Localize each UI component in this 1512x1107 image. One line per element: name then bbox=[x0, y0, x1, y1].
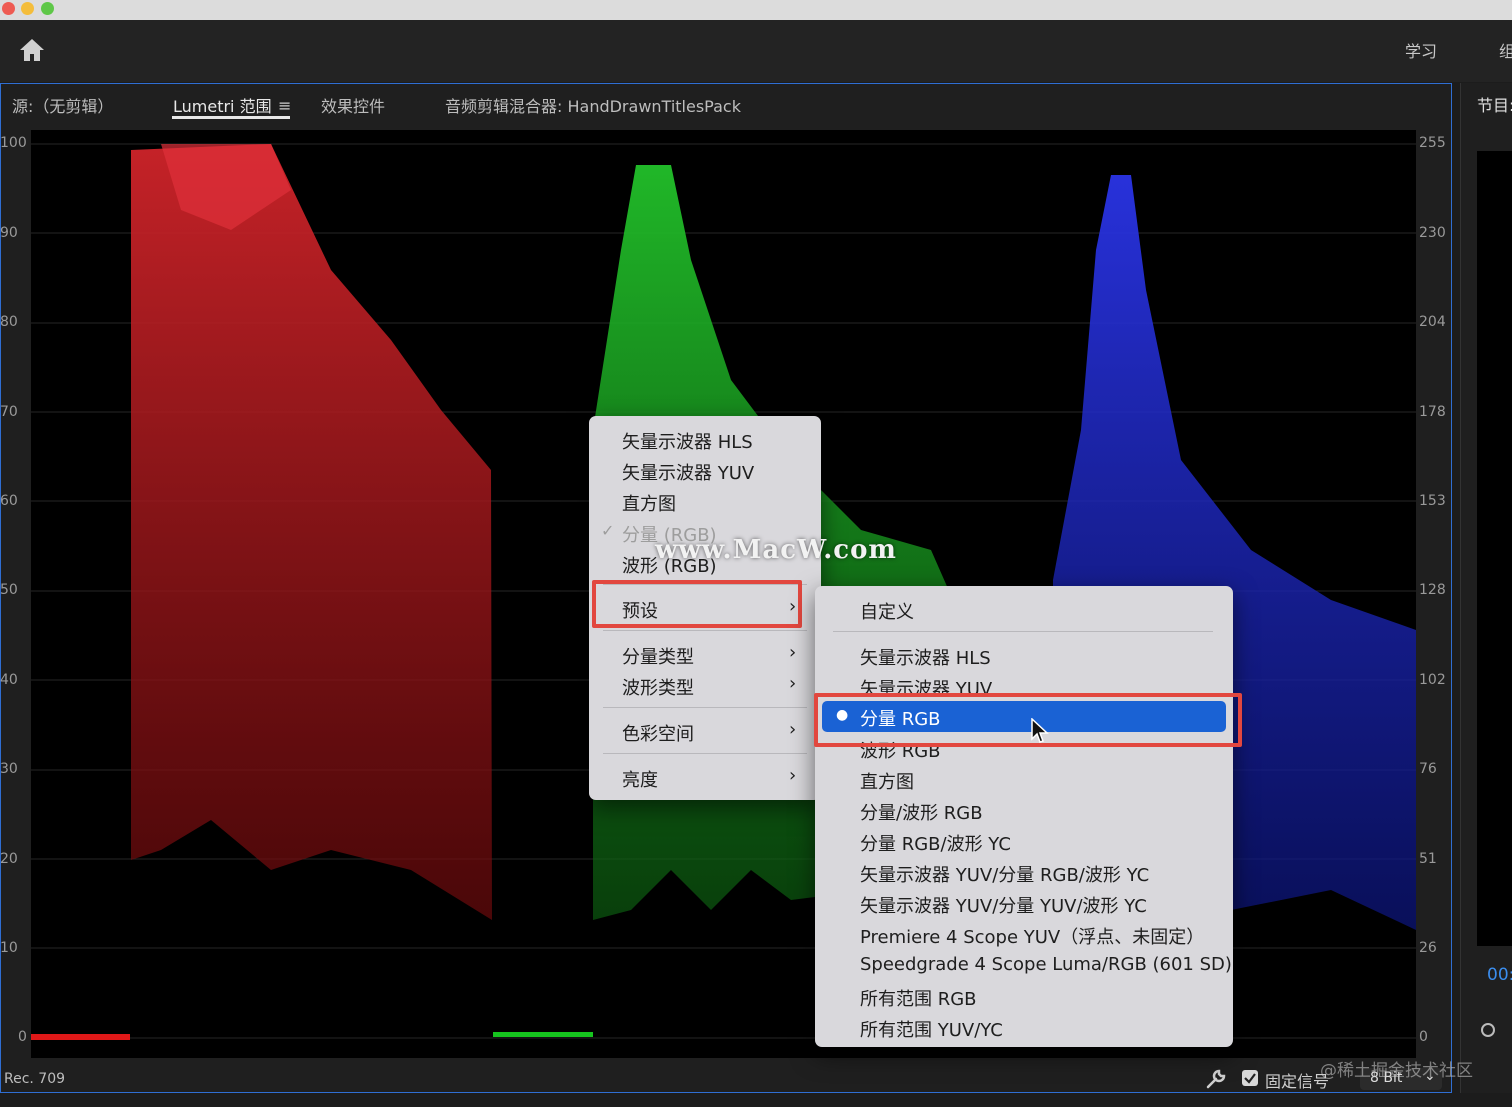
settings-wrench-icon[interactable] bbox=[1205, 1068, 1227, 1094]
axis-tick: 40 bbox=[0, 672, 18, 688]
axis-tick: 80 bbox=[0, 314, 18, 330]
clamp-signal-checkbox[interactable] bbox=[1242, 1070, 1258, 1086]
active-tab-indicator bbox=[172, 116, 290, 119]
axis-tick: 30 bbox=[0, 761, 18, 777]
axis-tick: 51 bbox=[1419, 851, 1437, 867]
axis-tick: 26 bbox=[1419, 940, 1437, 956]
tab-lumetri-scopes[interactable]: Lumetri 范围 bbox=[173, 93, 272, 117]
preset-all-scopes-rgb[interactable]: 所有范围 RGB bbox=[815, 981, 1233, 1011]
workspace-tab-learn[interactable]: 学习 bbox=[1405, 38, 1437, 62]
preset-speedgrade4-scope[interactable]: Speedgrade 4 Scope Luma/RGB (601 SD) bbox=[815, 950, 1233, 980]
axis-tick: 128 bbox=[1419, 582, 1446, 598]
minimize-window-button[interactable] bbox=[21, 2, 34, 15]
color-space-label: Rec. 709 bbox=[4, 1071, 66, 1087]
menu-separator bbox=[833, 631, 1213, 632]
checkmark-icon bbox=[1244, 1073, 1256, 1084]
menu-separator bbox=[603, 707, 807, 708]
axis-tick: 204 bbox=[1419, 314, 1446, 330]
chevron-right-icon: › bbox=[789, 719, 797, 740]
workspace-tab-partial[interactable]: 组 bbox=[1499, 38, 1512, 62]
program-monitor-title[interactable]: 节目: bbox=[1477, 92, 1512, 116]
menu-item-vectorscope-hls[interactable]: 矢量示波器 HLS bbox=[589, 424, 821, 454]
panel-tab-bar: 源:（无剪辑） Lumetri 范围 ≡ 效果控件 音频剪辑混合器: HandD… bbox=[1, 84, 1451, 126]
chevron-right-icon: › bbox=[789, 642, 797, 663]
tab-effect-controls[interactable]: 效果控件 bbox=[321, 93, 385, 117]
preset-parade-rgb-waveform-yc[interactable]: 分量 RGB/波形 YC bbox=[815, 826, 1233, 856]
menu-item-brightness[interactable]: 亮度 › bbox=[589, 762, 821, 792]
axis-tick: 178 bbox=[1419, 404, 1446, 420]
axis-tick: 230 bbox=[1419, 225, 1446, 241]
workspace-header: 学习 组 bbox=[0, 20, 1512, 82]
axis-tick: 76 bbox=[1419, 761, 1437, 777]
window-titlebar bbox=[0, 0, 1512, 20]
program-timecode[interactable]: 00: bbox=[1487, 965, 1512, 985]
axis-tick: 60 bbox=[0, 493, 18, 509]
macw-watermark: www.MacW.com bbox=[655, 535, 897, 565]
axis-tick: 50 bbox=[0, 582, 18, 598]
presets-highlight-box bbox=[592, 580, 802, 628]
zoom-window-button[interactable] bbox=[41, 2, 54, 15]
scope-status-bar: Rec. 709 bbox=[0, 1066, 1452, 1093]
home-icon[interactable] bbox=[18, 36, 46, 64]
axis-tick: 102 bbox=[1419, 672, 1446, 688]
menu-separator bbox=[603, 630, 807, 631]
axis-tick: 0 bbox=[1419, 1029, 1428, 1045]
playhead-handle[interactable] bbox=[1481, 1023, 1495, 1037]
axis-tick: 20 bbox=[0, 851, 18, 867]
menu-separator bbox=[603, 753, 807, 754]
preset-vectorscope-parade-yuv-waveform[interactable]: 矢量示波器 YUV/分量 YUV/波形 YC bbox=[815, 888, 1233, 918]
preset-vectorscope-hls[interactable]: 矢量示波器 HLS bbox=[815, 640, 1233, 670]
preset-histogram[interactable]: 直方图 bbox=[815, 764, 1233, 794]
presets-submenu: 自定义 矢量示波器 HLS 矢量示波器 YUV 波形 RGB ● 分量 RGB … bbox=[815, 586, 1233, 1047]
program-monitor-panel: 节目: 00: bbox=[1460, 83, 1512, 1093]
preset-parade-waveform-rgb[interactable]: 分量/波形 RGB bbox=[815, 795, 1233, 825]
preset-all-scopes-yuv[interactable]: 所有范围 YUV/YC bbox=[815, 1012, 1233, 1042]
preset-vectorscope-parade-rgb-waveform[interactable]: 矢量示波器 YUV/分量 RGB/波形 YC bbox=[815, 857, 1233, 887]
axis-tick: 90 bbox=[0, 225, 18, 241]
chevron-right-icon: › bbox=[789, 765, 797, 786]
menu-item-color-space[interactable]: 色彩空间 › bbox=[589, 716, 821, 746]
parade-rgb-highlight-box bbox=[814, 693, 1242, 747]
close-window-button[interactable] bbox=[2, 2, 15, 15]
preset-custom[interactable]: 自定义 bbox=[815, 594, 1233, 624]
panel-menu-icon[interactable]: ≡ bbox=[278, 96, 291, 115]
checkmark-icon: ✓ bbox=[601, 521, 615, 540]
axis-tick: 70 bbox=[0, 404, 18, 420]
menu-item-parade-type[interactable]: 分量类型 › bbox=[589, 639, 821, 669]
axis-tick: 10 bbox=[0, 940, 18, 956]
tab-source[interactable]: 源:（无剪辑） bbox=[12, 93, 113, 117]
axis-tick: 255 bbox=[1419, 135, 1446, 151]
tab-audio-clip-mixer[interactable]: 音频剪辑混合器: HandDrawnTitlesPack bbox=[445, 93, 741, 117]
preset-premiere4-scope[interactable]: Premiere 4 Scope YUV（浮点、未固定） bbox=[815, 919, 1233, 949]
attribution-watermark: @稀土掘金技术社区 bbox=[1320, 1061, 1473, 1081]
program-monitor-viewport bbox=[1477, 151, 1512, 946]
menu-item-histogram[interactable]: 直方图 bbox=[589, 486, 821, 516]
chevron-right-icon: › bbox=[789, 673, 797, 694]
menu-item-waveform-type[interactable]: 波形类型 › bbox=[589, 670, 821, 700]
mouse-pointer-icon bbox=[1031, 717, 1049, 748]
axis-tick: 100 bbox=[0, 135, 27, 151]
menu-item-vectorscope-yuv[interactable]: 矢量示波器 YUV bbox=[589, 455, 821, 485]
axis-tick: 153 bbox=[1419, 493, 1446, 509]
